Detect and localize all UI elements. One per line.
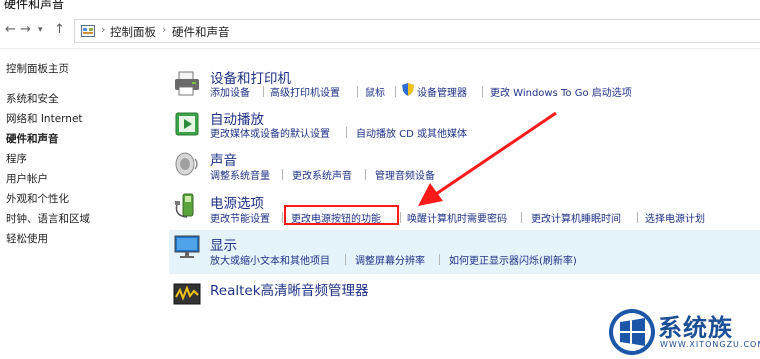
nav-system-security[interactable]: 系统和安全 xyxy=(6,91,59,106)
link-separator xyxy=(637,212,638,223)
link-separator xyxy=(439,254,440,265)
watermark-url: WWW.XITONGZU.COM xyxy=(660,340,760,349)
sound-title[interactable]: 声音 xyxy=(210,149,237,169)
link-separator xyxy=(263,86,264,97)
navigation-bar: ← → ▾ ↑ › 控制面板 › 硬件和声音 xyxy=(0,14,760,49)
fix-flicker-link[interactable]: 如何更正显示器闪烁(刷新率) xyxy=(449,252,577,267)
nav-appearance[interactable]: 外观和个性化 xyxy=(6,191,69,206)
recent-dropdown-icon[interactable]: ▾ xyxy=(38,25,43,35)
link-separator xyxy=(346,127,347,138)
nav-control-panel-home[interactable]: 控制面板主页 xyxy=(6,61,69,76)
windows-logo-icon xyxy=(609,309,655,355)
device-manager-link[interactable]: 设备管理器 xyxy=(417,84,467,99)
watermark: 系统族 WWW.XITONGZU.COM xyxy=(598,306,760,359)
forward-arrow-icon[interactable]: → xyxy=(20,22,31,37)
windows-to-go-link[interactable]: 更改 Windows To Go 启动选项 xyxy=(490,84,632,99)
window-title: 硬件和声音 xyxy=(4,0,65,11)
annotation-arrow-icon xyxy=(418,111,557,206)
resize-text-link[interactable]: 放大或缩小文本和其他项目 xyxy=(210,252,330,267)
annotation-highlight-box xyxy=(284,205,399,225)
add-device-link[interactable]: 添加设备 xyxy=(210,84,250,99)
control-panel-icon xyxy=(81,25,95,37)
link-separator xyxy=(482,86,483,97)
change-power-saving-link[interactable]: 更改节能设置 xyxy=(210,210,270,225)
breadcrumb-separator-icon: › xyxy=(162,23,167,36)
breadcrumb-separator-icon: › xyxy=(101,23,106,36)
address-bar[interactable]: › 控制面板 › 硬件和声音 xyxy=(74,19,760,43)
speaker-icon xyxy=(175,152,198,176)
link-separator xyxy=(282,212,283,223)
change-media-defaults-link[interactable]: 更改媒体或设备的默认设置 xyxy=(210,125,330,140)
link-separator xyxy=(357,86,358,97)
choose-power-plan-link[interactable]: 选择电源计划 xyxy=(645,210,705,225)
watermark-brand: 系统族 xyxy=(658,314,733,342)
realtek-audio-icon xyxy=(173,283,201,305)
printer-icon xyxy=(175,71,199,96)
realtek-title[interactable]: Realtek高清晰音频管理器 xyxy=(210,279,369,299)
power-options-icon xyxy=(175,193,194,218)
nav-network-internet[interactable]: 网络和 Internet xyxy=(6,111,83,126)
power-options-title[interactable]: 电源选项 xyxy=(210,192,264,212)
link-separator xyxy=(365,169,366,180)
nav-user-accounts[interactable]: 用户帐户 xyxy=(6,171,48,186)
change-sleep-time-link[interactable]: 更改计算机睡眠时间 xyxy=(531,210,621,225)
link-separator xyxy=(400,212,401,223)
nav-ease-of-access[interactable]: 轻松使用 xyxy=(6,231,48,246)
breadcrumb-current[interactable]: 硬件和声音 xyxy=(172,24,230,40)
require-password-wake-link[interactable]: 唤醒计算机时需要密码 xyxy=(407,210,507,225)
uac-shield-icon xyxy=(402,83,414,96)
link-separator xyxy=(395,86,396,97)
mouse-link[interactable]: 鼠标 xyxy=(365,84,385,99)
adjust-resolution-link[interactable]: 调整屏幕分辨率 xyxy=(355,252,425,267)
display-title[interactable]: 显示 xyxy=(210,234,237,254)
monitor-icon xyxy=(174,235,200,258)
advanced-printer-settings-link[interactable]: 高级打印机设置 xyxy=(270,84,340,99)
link-separator xyxy=(521,212,522,223)
change-system-sounds-link[interactable]: 更改系统声音 xyxy=(292,167,352,182)
breadcrumb-control-panel[interactable]: 控制面板 xyxy=(110,24,156,40)
nav-hardware-sound[interactable]: 硬件和声音 xyxy=(6,131,59,146)
window-title-bar: 硬件和声音 xyxy=(0,0,760,14)
link-separator xyxy=(345,254,346,265)
adjust-volume-link[interactable]: 调整系统音量 xyxy=(210,167,270,182)
left-navigation-pane: 控制面板主页 系统和安全 网络和 Internet 硬件和声音 程序 用户帐户 … xyxy=(0,48,160,359)
nav-clock-language-region[interactable]: 时钟、语言和区域 xyxy=(6,211,90,226)
autoplay-icon xyxy=(175,112,199,136)
nav-programs[interactable]: 程序 xyxy=(6,151,27,166)
link-separator xyxy=(282,169,283,180)
back-arrow-icon[interactable]: ← xyxy=(5,22,16,37)
up-arrow-icon[interactable]: ↑ xyxy=(54,22,65,37)
